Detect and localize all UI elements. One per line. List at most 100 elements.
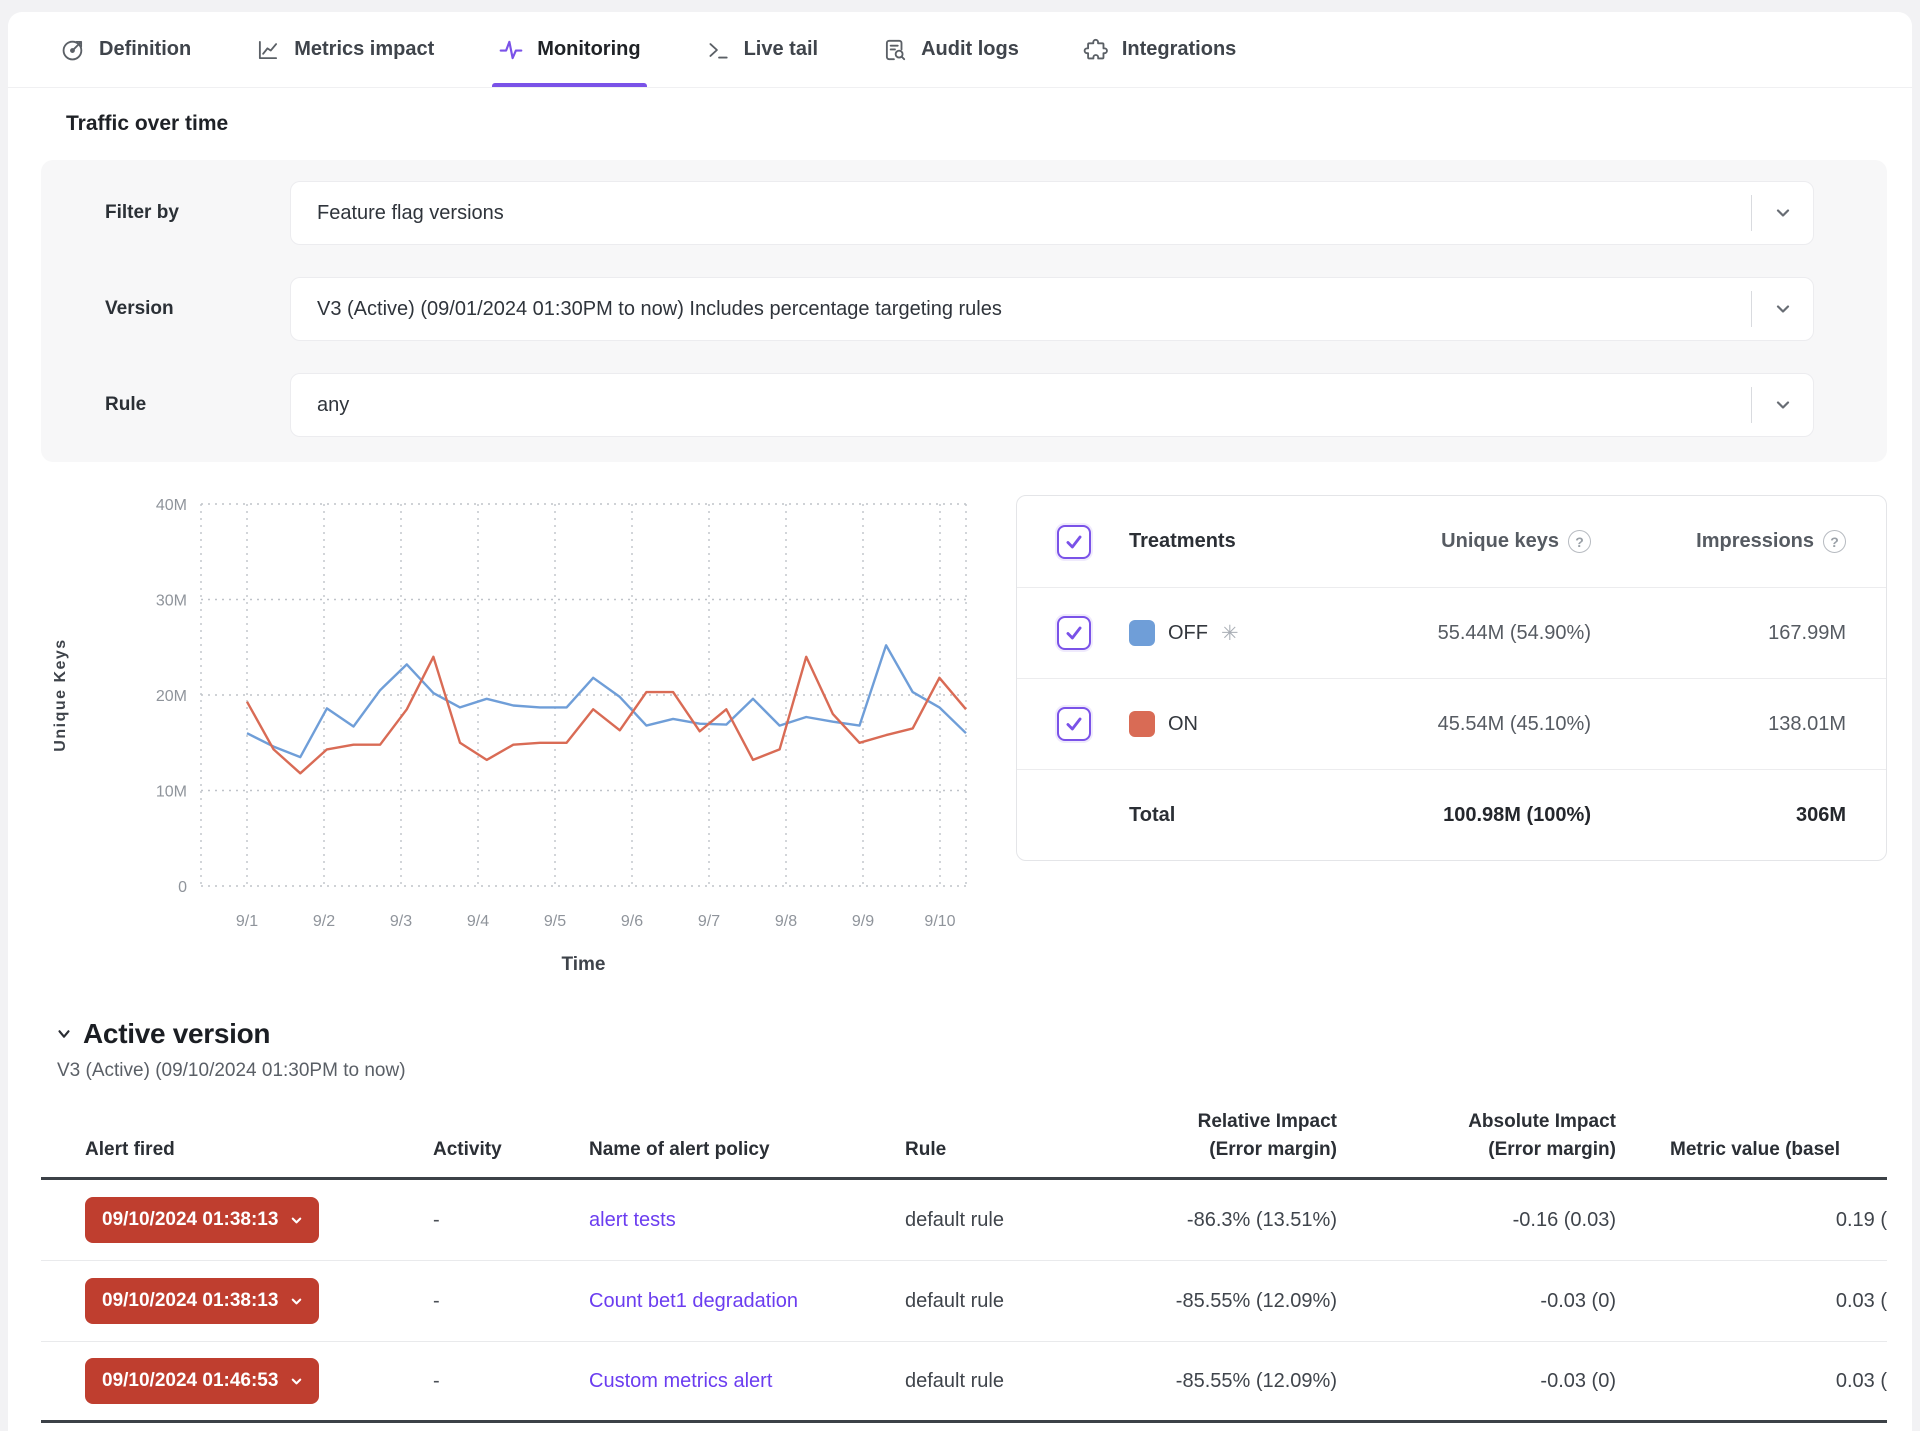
col-absolute-impact: Absolute Impact (Error margin) [1337, 1108, 1616, 1163]
on-impressions: 138.01M [1591, 713, 1846, 736]
active-tab-underline [492, 83, 646, 87]
svg-text:9/6: 9/6 [621, 913, 643, 930]
alert-fired-badge[interactable]: 09/10/2024 01:46:53 [85, 1358, 319, 1404]
audit-logs-icon [882, 37, 908, 63]
svg-text:30M: 30M [156, 593, 187, 610]
alert-activity: - [433, 1370, 589, 1393]
alert-rule: default rule [905, 1290, 1101, 1313]
version-select[interactable]: V3 (Active) (09/01/2024 01:30PM to now) … [290, 277, 1814, 341]
active-version-toggle[interactable]: Active version [55, 1018, 1887, 1050]
tab-integrations-label: Integrations [1122, 38, 1236, 61]
treatment-on-label: ON [1168, 713, 1198, 736]
col-rule: Rule [905, 1136, 1101, 1164]
svg-text:9/10: 9/10 [924, 913, 955, 930]
alert-fired-timestamp: 09/10/2024 01:46:53 [102, 1370, 278, 1392]
alerts-table: Alert fired Activity Name of alert polic… [41, 1108, 1887, 1423]
col-metric-value: Metric value (basel [1616, 1136, 1887, 1164]
chevron-down-icon [1773, 299, 1793, 319]
treatment-off-checkbox[interactable] [1057, 616, 1091, 650]
active-version-section: Active version V3 (Active) (09/10/2024 0… [55, 1018, 1887, 1082]
alert-activity: - [433, 1290, 589, 1313]
col-activity: Activity [433, 1136, 589, 1164]
col-relative-impact: Relative Impact (Error margin) [1101, 1108, 1337, 1163]
tab-audit-logs-label: Audit logs [921, 38, 1019, 61]
filter-row-version: Version V3 (Active) (09/01/2024 01:30PM … [105, 277, 1814, 341]
version-chevron-button[interactable] [1751, 291, 1813, 327]
svg-text:9/9: 9/9 [852, 913, 874, 930]
rule-label: Rule [105, 394, 290, 416]
tab-audit-logs[interactable]: Audit logs [882, 12, 1019, 87]
main-card: Definition Metrics impact Monitoring Liv… [8, 12, 1912, 1431]
page-title: Traffic over time [66, 112, 1887, 136]
col-absolute-impact-line1: Absolute Impact [1468, 1111, 1616, 1132]
traffic-chart-svg: 010M20M30M40M9/19/29/39/49/59/69/79/89/9… [41, 488, 991, 983]
tab-definition-label: Definition [99, 38, 191, 61]
treatment-on-checkbox[interactable] [1057, 707, 1091, 741]
rule-select[interactable]: any [290, 373, 1814, 437]
tab-definition[interactable]: Definition [60, 12, 191, 87]
tab-monitoring-label: Monitoring [537, 38, 640, 61]
integrations-icon [1083, 37, 1109, 63]
tab-metrics-impact-label: Metrics impact [294, 38, 434, 61]
definition-icon [60, 37, 86, 63]
unique-keys-help-icon[interactable]: ? [1568, 530, 1591, 553]
svg-text:9/5: 9/5 [544, 913, 566, 930]
svg-text:40M: 40M [156, 497, 187, 514]
svg-text:0: 0 [178, 879, 187, 896]
treatments-table: Treatments Unique keys ? Impressions ? [1016, 495, 1887, 861]
filter-by-chevron-button[interactable] [1751, 195, 1813, 231]
alert-absolute-impact: -0.03 (0) [1337, 1370, 1616, 1393]
treatments-select-all-checkbox[interactable] [1057, 525, 1091, 559]
metrics-impact-icon [255, 37, 281, 63]
alert-fired-timestamp: 09/10/2024 01:38:13 [102, 1290, 278, 1312]
svg-text:20M: 20M [156, 688, 187, 705]
alert-activity: - [433, 1209, 589, 1232]
alert-row-2: 09/10/2024 01:38:13 - Count bet1 degrada… [41, 1261, 1887, 1342]
tab-live-tail[interactable]: Live tail [705, 12, 818, 87]
svg-text:10M: 10M [156, 784, 187, 801]
unique-keys-header: Unique keys ? [1366, 530, 1591, 553]
alert-rule: default rule [905, 1209, 1101, 1232]
filter-by-select[interactable]: Feature flag versions [290, 181, 1814, 245]
chevron-down-icon [289, 1294, 304, 1309]
tab-metrics-impact[interactable]: Metrics impact [255, 12, 434, 87]
alert-relative-impact: -85.55% (12.09%) [1101, 1290, 1337, 1313]
chevron-down-icon [289, 1213, 304, 1228]
col-absolute-impact-line2: (Error margin) [1488, 1139, 1616, 1160]
version-label: Version [105, 298, 290, 320]
rule-chevron-button[interactable] [1751, 387, 1813, 423]
svg-text:9/2: 9/2 [313, 913, 335, 930]
traffic-chart: 010M20M30M40M9/19/29/39/49/59/69/79/89/9… [41, 488, 996, 988]
impressions-header-label: Impressions [1696, 530, 1814, 553]
chevron-down-icon [1773, 395, 1793, 415]
filter-row-rule: Rule any [105, 373, 1814, 437]
filter-panel: Filter by Feature flag versions Version … [41, 160, 1887, 462]
alert-relative-impact: -85.55% (12.09%) [1101, 1370, 1337, 1393]
tab-monitoring[interactable]: Monitoring [498, 12, 640, 87]
chart-and-treatments: 010M20M30M40M9/19/29/39/49/59/69/79/89/9… [41, 488, 1887, 988]
alert-fired-badge[interactable]: 09/10/2024 01:38:13 [85, 1197, 319, 1243]
active-version-title: Active version [83, 1018, 270, 1050]
checkmark-icon [1063, 622, 1085, 644]
unique-keys-header-label: Unique keys [1441, 530, 1559, 553]
total-unique-keys: 100.98M (100%) [1366, 804, 1591, 827]
alert-policy-link[interactable]: alert tests [589, 1209, 905, 1232]
alert-policy-link[interactable]: Custom metrics alert [589, 1370, 905, 1393]
tab-integrations[interactable]: Integrations [1083, 12, 1236, 87]
alert-policy-link[interactable]: Count bet1 degradation [589, 1290, 905, 1313]
svg-text:9/8: 9/8 [775, 913, 797, 930]
alerts-header-row: Alert fired Activity Name of alert polic… [41, 1108, 1887, 1180]
alert-relative-impact: -86.3% (13.51%) [1101, 1209, 1337, 1232]
impressions-header: Impressions ? [1591, 530, 1846, 553]
treatment-off-label: OFF [1168, 622, 1208, 645]
treatments-total-row: Total 100.98M (100%) 306M [1017, 769, 1886, 860]
off-impressions: 167.99M [1591, 622, 1846, 645]
active-version-subtitle: V3 (Active) (09/10/2024 01:30PM to now) [57, 1060, 1887, 1082]
impressions-help-icon[interactable]: ? [1823, 530, 1846, 553]
content: Traffic over time Filter by Feature flag… [8, 112, 1912, 1423]
checkmark-icon [1063, 531, 1085, 553]
alert-row-1: 09/10/2024 01:38:13 - alert tests defaul… [41, 1180, 1887, 1261]
alert-fired-badge[interactable]: 09/10/2024 01:38:13 [85, 1278, 319, 1324]
filter-by-label: Filter by [105, 202, 290, 224]
col-policy: Name of alert policy [589, 1136, 905, 1164]
